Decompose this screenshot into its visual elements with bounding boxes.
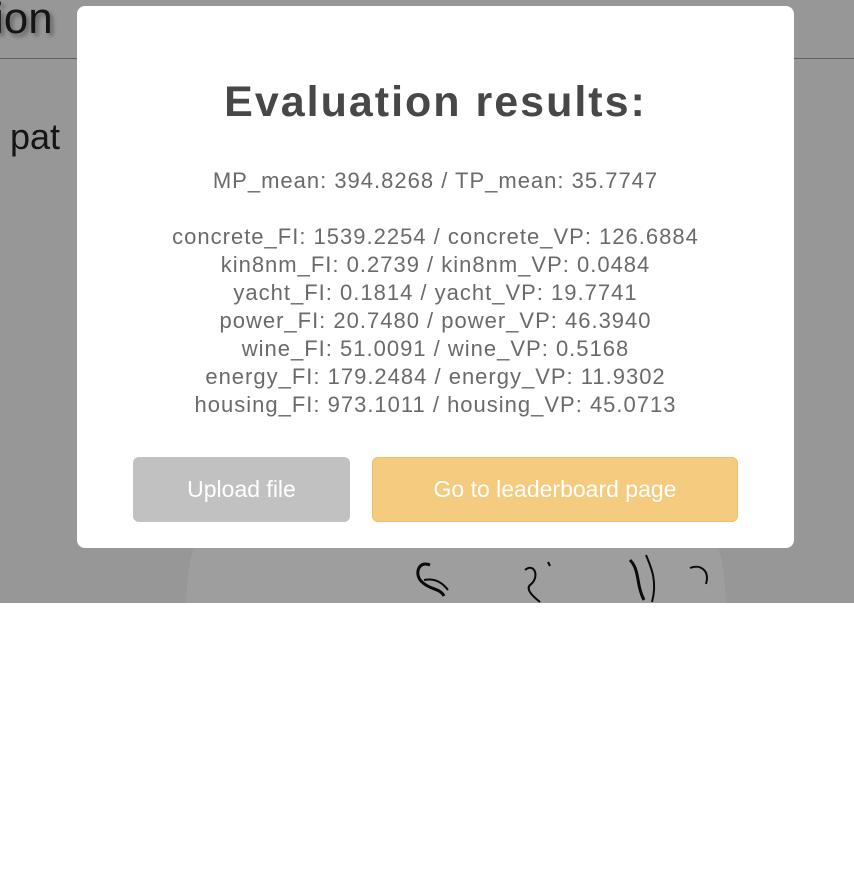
modal-title: Evaluation results: bbox=[224, 78, 647, 126]
result-line: kin8nm_FI: 0.2739 / kin8nm_VP: 0.0484 bbox=[220, 252, 651, 277]
result-line: energy_FI: 179.2484 / energy_VP: 11.9302 bbox=[205, 364, 666, 389]
upload-file-button[interactable]: Upload file bbox=[133, 457, 350, 522]
result-line: power_FI: 20.7480 / power_VP: 46.3940 bbox=[219, 308, 652, 333]
result-line: housing_FI: 973.1011 / housing_VP: 45.07… bbox=[194, 392, 677, 417]
result-line: yacht_FI: 0.1814 / yacht_VP: 19.7741 bbox=[233, 280, 638, 305]
results-block: MP_mean: 394.8268 / TP_mean: 35.7747 con… bbox=[77, 167, 794, 419]
leaderboard-button[interactable]: Go to leaderboard page bbox=[372, 457, 738, 522]
result-line: wine_FI: 51.0091 / wine_VP: 0.5168 bbox=[241, 336, 630, 361]
summary-line: MP_mean: 394.8268 / TP_mean: 35.7747 bbox=[212, 168, 659, 193]
evaluation-results-modal: Evaluation results: MP_mean: 394.8268 / … bbox=[77, 6, 794, 548]
result-line: concrete_FI: 1539.2254 / concrete_VP: 12… bbox=[172, 224, 699, 249]
